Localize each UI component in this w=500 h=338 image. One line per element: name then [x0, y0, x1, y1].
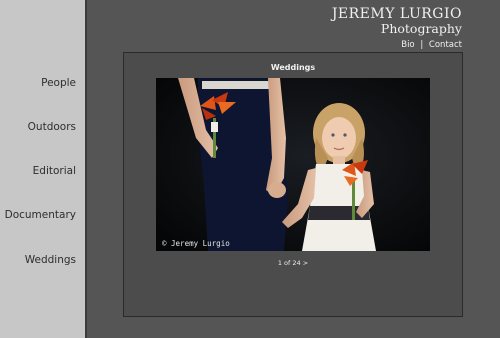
nav-item-documentary[interactable]: Documentary — [0, 209, 76, 221]
sidebar-nav: People Outdoors Editorial Documentary We… — [0, 0, 85, 338]
gallery-pager[interactable]: 1 of 24 > — [124, 259, 462, 267]
link-separator: | — [420, 40, 424, 50]
photo-credit: © Jeremy Lurgio — [162, 239, 230, 248]
nav-item-people[interactable]: People — [0, 77, 76, 89]
sidebar-divider — [85, 0, 87, 338]
site-title: JEREMY LURGIO — [331, 6, 462, 22]
bio-link[interactable]: Bio — [401, 40, 414, 50]
top-links: Bio | Contact — [401, 40, 462, 50]
wedding-photo-image — [156, 78, 430, 251]
gallery-photo[interactable]: © Jeremy Lurgio — [156, 78, 430, 251]
site-subtitle: Photography — [380, 21, 462, 36]
nav-item-weddings[interactable]: Weddings — [0, 254, 76, 266]
gallery-panel: Weddings © Jeremy Lurgio 1 of 24 > — [123, 52, 463, 317]
gallery-title: Weddings — [270, 63, 316, 72]
nav-item-editorial[interactable]: Editorial — [0, 165, 76, 177]
nav-item-outdoors[interactable]: Outdoors — [0, 121, 76, 133]
contact-link[interactable]: Contact — [429, 40, 462, 50]
